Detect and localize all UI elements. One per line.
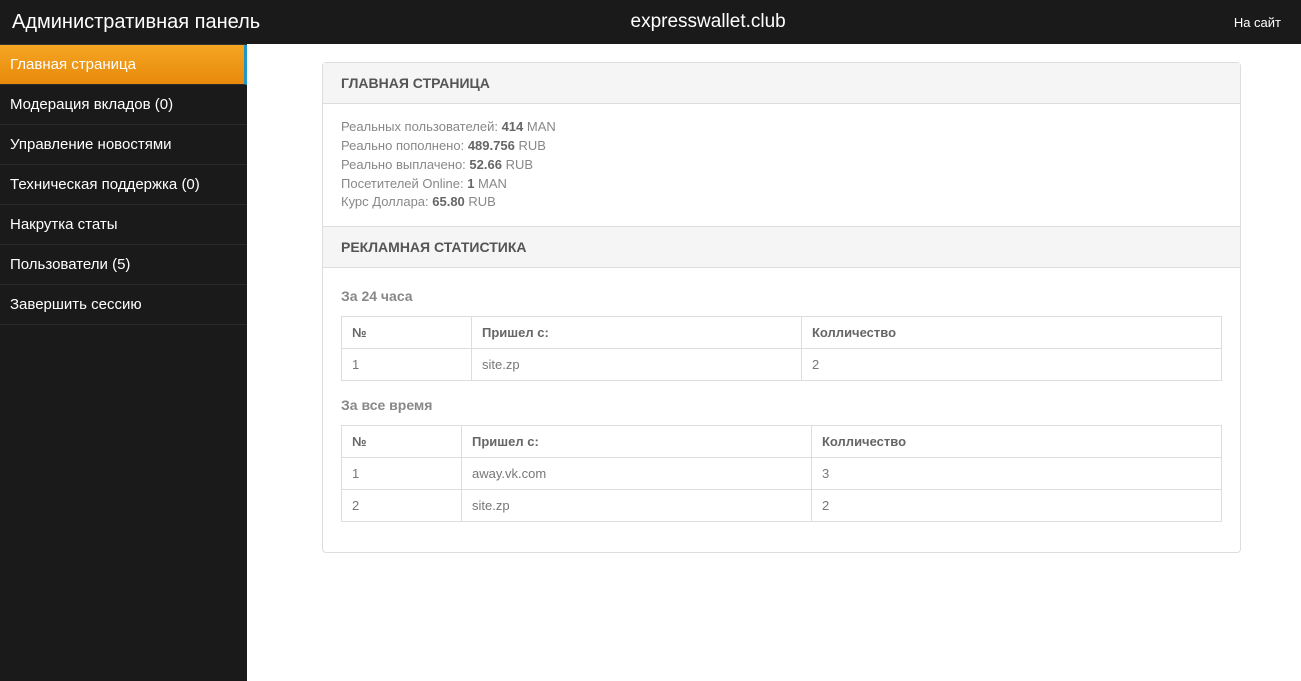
col-count: Колличество xyxy=(812,426,1222,458)
table-24h-title: За 24 часа xyxy=(341,288,1222,304)
sidebar-item-news[interactable]: Управление новостями xyxy=(0,125,247,165)
table-all-title: За все время xyxy=(341,397,1222,413)
cell-num: 1 xyxy=(342,349,472,381)
stat-unit: RUB xyxy=(465,194,496,209)
cell-from: site.zp xyxy=(472,349,802,381)
col-num: № xyxy=(342,317,472,349)
main-content: ГЛАВНАЯ СТРАНИЦА Реальных пользователей:… xyxy=(247,44,1301,681)
sidebar-item-home[interactable]: Главная страница xyxy=(0,45,247,85)
ad-stats-body: За 24 часа № Пришел с: Колличество 1 sit… xyxy=(323,268,1240,552)
stats-block: Реальных пользователей: 414 MAN Реально … xyxy=(323,104,1240,226)
cell-num: 1 xyxy=(342,458,462,490)
stat-label: Посетителей Online: xyxy=(341,176,467,191)
stat-label: Курс Доллара: xyxy=(341,194,432,209)
stat-value: 65.80 xyxy=(432,194,465,209)
stat-real-users: Реальных пользователей: 414 MAN xyxy=(341,118,1222,137)
stat-unit: RUB xyxy=(502,157,533,172)
sidebar-item-support[interactable]: Техническая поддержка (0) xyxy=(0,165,247,205)
table-all-time: № Пришел с: Колличество 1 away.vk.com 3 … xyxy=(341,425,1222,522)
table-row: 2 site.zp 2 xyxy=(342,490,1222,522)
stat-unit: RUB xyxy=(515,138,546,153)
site-link[interactable]: На сайт xyxy=(1234,15,1281,30)
sidebar-item-users[interactable]: Пользователи (5) xyxy=(0,245,247,285)
stat-label: Реально выплачено: xyxy=(341,157,469,172)
domain-label: expresswallet.club xyxy=(631,11,786,33)
stat-value: 489.756 xyxy=(468,138,515,153)
cell-from: away.vk.com xyxy=(462,458,812,490)
stat-rate: Курс Доллара: 65.80 RUB xyxy=(341,193,1222,212)
page-title: ГЛАВНАЯ СТРАНИЦА xyxy=(323,63,1240,104)
table-header-row: № Пришел с: Колличество xyxy=(342,426,1222,458)
sidebar-item-logout[interactable]: Завершить сессию xyxy=(0,285,247,325)
main-panel: ГЛАВНАЯ СТРАНИЦА Реальных пользователей:… xyxy=(322,62,1241,553)
table-24h: № Пришел с: Колличество 1 site.zp 2 xyxy=(341,316,1222,381)
app-title: Административная панель xyxy=(0,11,260,34)
stat-topup: Реально пополнено: 489.756 RUB xyxy=(341,137,1222,156)
cell-count: 3 xyxy=(812,458,1222,490)
cell-count: 2 xyxy=(812,490,1222,522)
stat-unit: MAN xyxy=(523,119,556,134)
stat-value: 52.66 xyxy=(469,157,502,172)
col-count: Колличество xyxy=(802,317,1222,349)
ad-stats-heading: РЕКЛАМНАЯ СТАТИСТИКА xyxy=(323,226,1240,268)
topbar: Административная панель expresswallet.cl… xyxy=(0,0,1301,44)
stat-label: Реально пополнено: xyxy=(341,138,468,153)
stat-online: Посетителей Online: 1 MAN xyxy=(341,175,1222,194)
sidebar-item-stats-boost[interactable]: Накрутка статы xyxy=(0,205,247,245)
cell-num: 2 xyxy=(342,490,462,522)
table-row: 1 site.zp 2 xyxy=(342,349,1222,381)
cell-from: site.zp xyxy=(462,490,812,522)
table-row: 1 away.vk.com 3 xyxy=(342,458,1222,490)
stat-paid: Реально выплачено: 52.66 RUB xyxy=(341,156,1222,175)
stat-value: 414 xyxy=(502,119,524,134)
col-num: № xyxy=(342,426,462,458)
sidebar-item-moderation[interactable]: Модерация вкладов (0) xyxy=(0,85,247,125)
table-header-row: № Пришел с: Колличество xyxy=(342,317,1222,349)
col-from: Пришел с: xyxy=(462,426,812,458)
stat-unit: MAN xyxy=(474,176,507,191)
sidebar: Главная страница Модерация вкладов (0) У… xyxy=(0,44,247,681)
stat-label: Реальных пользователей: xyxy=(341,119,502,134)
cell-count: 2 xyxy=(802,349,1222,381)
col-from: Пришел с: xyxy=(472,317,802,349)
